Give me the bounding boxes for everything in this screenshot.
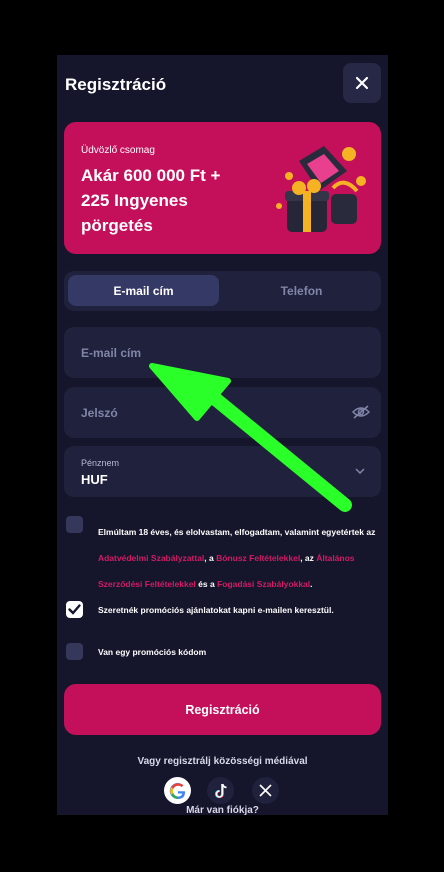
close-button[interactable] bbox=[343, 63, 381, 103]
bonus-headline: Akár 600 000 Ft + 225 Ingyenes pörgetés bbox=[81, 166, 221, 235]
tiktok-icon bbox=[214, 783, 227, 798]
gift-box-illustration bbox=[276, 146, 366, 232]
google-icon bbox=[169, 782, 185, 799]
method-tabs: E-mail cím Telefon bbox=[64, 271, 381, 311]
promo-emails-label: Szeretnék promóciós ajánlatokat kapni e-… bbox=[98, 605, 334, 615]
promo-code-label: Van egy promóciós kódom bbox=[98, 647, 207, 657]
consent-text: , a bbox=[204, 553, 217, 563]
email-placeholder: E-mail cím bbox=[81, 346, 142, 360]
currency-select[interactable]: Pénznem HUF bbox=[64, 446, 381, 497]
welcome-bonus-banner: Üdvözlő csomag Akár 600 000 Ft + 225 Ing… bbox=[64, 122, 381, 254]
welcome-label: Üdvözlő csomag bbox=[81, 145, 155, 156]
tiktok-signup-button[interactable] bbox=[207, 777, 234, 804]
chevron-down-icon bbox=[355, 468, 365, 474]
password-field[interactable]: Jelszó bbox=[64, 387, 381, 438]
tab-phone[interactable]: Telefon bbox=[226, 275, 377, 306]
bonus-terms-link[interactable]: Bónusz Feltételekkel bbox=[216, 553, 300, 563]
close-icon bbox=[355, 76, 369, 90]
consent-text: Elmúltam 18 éves, és elolvastam, elfogad… bbox=[98, 527, 376, 537]
consent-text: és a bbox=[195, 579, 218, 589]
privacy-policy-link[interactable]: Adatvédelmi Szabályzattal bbox=[98, 553, 204, 563]
email-field[interactable]: E-mail cím bbox=[64, 327, 381, 378]
eye-off-icon[interactable] bbox=[352, 405, 370, 419]
tab-email[interactable]: E-mail cím bbox=[68, 275, 219, 306]
currency-value: HUF bbox=[81, 472, 108, 487]
currency-label: Pénznem bbox=[81, 458, 120, 468]
consent-text: . bbox=[310, 579, 313, 589]
google-signup-button[interactable] bbox=[164, 777, 191, 804]
consent-text: , az bbox=[300, 553, 317, 563]
checkmark-icon bbox=[68, 604, 81, 615]
dialog-title: Regisztráció bbox=[65, 75, 167, 94]
promo-emails-checkbox[interactable] bbox=[66, 601, 83, 618]
password-placeholder: Jelszó bbox=[81, 406, 118, 420]
promo-code-checkbox[interactable] bbox=[66, 643, 83, 660]
x-icon bbox=[259, 784, 272, 797]
age-consent-checkbox[interactable] bbox=[66, 516, 83, 533]
x-signup-button[interactable] bbox=[252, 777, 279, 804]
terms-consent-text: Elmúltam 18 éves, és elolvastam, elfogad… bbox=[98, 519, 388, 597]
registration-dialog: Regisztráció Üdvözlő csomag Akár 600 000… bbox=[57, 55, 388, 815]
login-prompt: Már van fiókja? bbox=[186, 805, 259, 815]
social-signup-text: Vagy regisztrálj közösségi médiával bbox=[137, 756, 308, 767]
betting-rules-link[interactable]: Fogadási Szabályokkal bbox=[217, 579, 310, 589]
register-button[interactable]: Regisztráció bbox=[64, 684, 381, 735]
